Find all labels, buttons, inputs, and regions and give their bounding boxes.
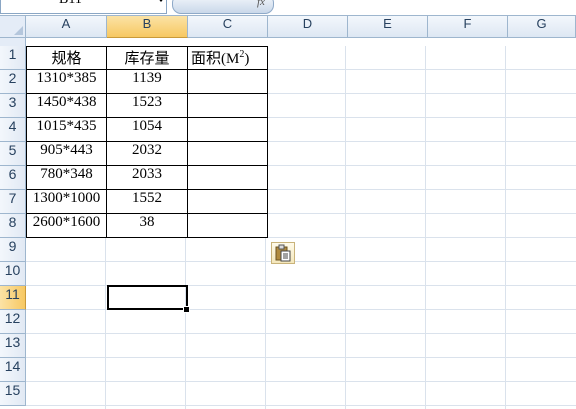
- insert-function-icon[interactable]: fx: [257, 0, 265, 8]
- cell-a1[interactable]: 规格: [26, 46, 107, 70]
- column-header-c[interactable]: C: [188, 16, 268, 38]
- row-header-7[interactable]: 7: [0, 190, 26, 214]
- cell-c1-label: 面积(M: [191, 51, 240, 67]
- row-header-14[interactable]: 14: [0, 358, 26, 382]
- cell-b3[interactable]: 1523: [107, 94, 188, 118]
- column-header-g[interactable]: G: [508, 16, 576, 38]
- row-header-3[interactable]: 3: [0, 94, 26, 118]
- cell-b4[interactable]: 1054: [107, 118, 188, 142]
- row-header-1[interactable]: 1: [0, 46, 26, 70]
- row-header-2[interactable]: 2: [0, 70, 26, 94]
- row-header-gap: [0, 38, 26, 46]
- cell-c6[interactable]: [188, 166, 268, 190]
- cell-c7[interactable]: [188, 190, 268, 214]
- row-header-15[interactable]: 15: [0, 382, 26, 406]
- select-all-triangle-icon: [14, 26, 23, 35]
- cell-c1-paren: ): [244, 51, 250, 67]
- cell-b7[interactable]: 1552: [107, 190, 188, 214]
- name-box-value: B11: [59, 0, 82, 8]
- cell-a6[interactable]: 780*348: [26, 166, 107, 190]
- row-header-10[interactable]: 10: [0, 262, 26, 286]
- column-header-e[interactable]: E: [348, 16, 428, 38]
- row-header-5[interactable]: 5: [0, 142, 26, 166]
- clipboard-paste-icon: [275, 244, 291, 262]
- row-header-9[interactable]: 9: [0, 238, 26, 262]
- row-header-6[interactable]: 6: [0, 166, 26, 190]
- row-header-4[interactable]: 4: [0, 118, 26, 142]
- cell-a5[interactable]: 905*443: [26, 142, 107, 166]
- cell-a2[interactable]: 1310*385: [26, 70, 107, 94]
- cell-a8[interactable]: 2600*1600: [26, 214, 107, 238]
- cell-b8[interactable]: 38: [107, 214, 188, 238]
- formula-bar: B11 fx: [0, 0, 576, 16]
- cell-a4[interactable]: 1015*435: [26, 118, 107, 142]
- cell-c5[interactable]: [188, 142, 268, 166]
- cell-a7[interactable]: 1300*1000: [26, 190, 107, 214]
- cell-b1[interactable]: 库存量: [107, 46, 188, 70]
- cell-b5[interactable]: 2032: [107, 142, 188, 166]
- cell-c2[interactable]: [188, 70, 268, 94]
- column-header-a[interactable]: A: [26, 16, 107, 38]
- select-all-corner[interactable]: [0, 16, 26, 38]
- cell-b2[interactable]: 1139: [107, 70, 188, 94]
- cell-a3[interactable]: 1450*438: [26, 94, 107, 118]
- chevron-down-icon[interactable]: [157, 0, 165, 2]
- cell-c8[interactable]: [188, 214, 268, 238]
- cell-b6[interactable]: 2033: [107, 166, 188, 190]
- paste-options-button[interactable]: [271, 242, 295, 264]
- row-header-12[interactable]: 12: [0, 310, 26, 334]
- column-header-d[interactable]: D: [268, 16, 348, 38]
- active-cell-b11[interactable]: [107, 285, 188, 310]
- row-header-13[interactable]: 13: [0, 334, 26, 358]
- cell-c3[interactable]: [188, 94, 268, 118]
- fill-handle[interactable]: [183, 306, 190, 313]
- cell-c1[interactable]: 面积(M2): [188, 46, 268, 70]
- column-header-f[interactable]: F: [428, 16, 508, 38]
- cell-c4[interactable]: [188, 118, 268, 142]
- row-header-11[interactable]: 11: [0, 286, 26, 310]
- column-header-b[interactable]: B: [107, 16, 188, 38]
- name-box[interactable]: B11: [0, 0, 167, 14]
- row-header-8[interactable]: 8: [0, 214, 26, 238]
